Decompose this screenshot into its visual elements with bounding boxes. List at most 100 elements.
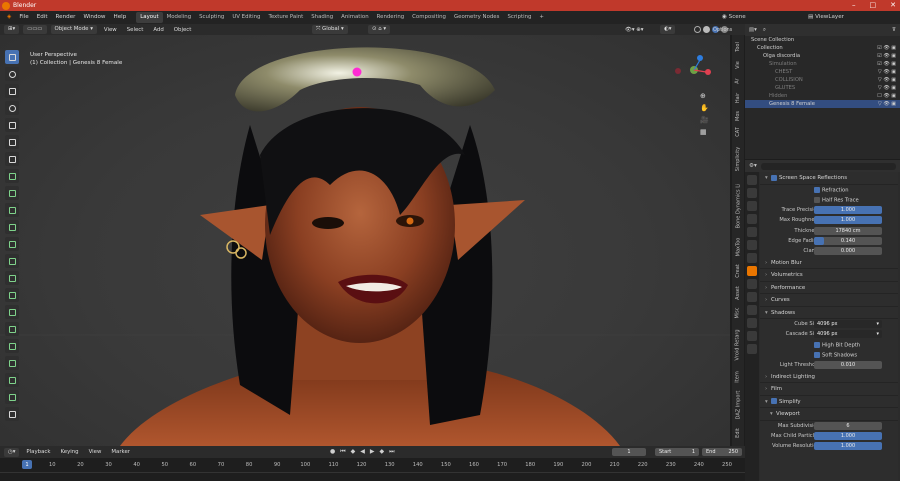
sidebar-tab-7[interactable]: Bone Dynamics Li bbox=[732, 179, 744, 234]
visibility-toggle-icons[interactable]: ▽ 👁 ▣ bbox=[878, 68, 896, 76]
simplify-panel-header[interactable]: ▾ Simplify bbox=[760, 396, 898, 409]
tab-shading[interactable]: Shading bbox=[307, 12, 337, 23]
add-workspace-button[interactable]: + bbox=[535, 12, 548, 23]
menu-add[interactable]: Add bbox=[150, 27, 166, 33]
maximize-icon[interactable]: □ bbox=[870, 0, 877, 11]
data-tab-icon[interactable] bbox=[747, 331, 757, 341]
brush-tool-2[interactable] bbox=[5, 220, 19, 234]
menu-keying[interactable]: Keying bbox=[57, 449, 81, 455]
cursor-tool[interactable] bbox=[5, 67, 19, 81]
light-threshold-field[interactable]: 0.010 bbox=[814, 361, 882, 370]
outliner-row[interactable]: GLUTES ▽ 👁 ▣ bbox=[745, 84, 900, 92]
constraints-tab-icon[interactable] bbox=[747, 318, 757, 328]
ssr-property-field[interactable]: 0.140 bbox=[814, 236, 882, 245]
visibility-toggle-icons[interactable]: ☑ 👁 ▣ bbox=[877, 52, 896, 60]
tool-tab-icon[interactable] bbox=[747, 175, 757, 185]
simplify-property-field[interactable]: 1.000 bbox=[814, 442, 882, 451]
prev-key-icon[interactable]: ◆ bbox=[351, 448, 356, 456]
outliner-row[interactable]: COLLISION ▽ 👁 ▣ bbox=[745, 76, 900, 84]
play-reverse-icon[interactable]: ◀ bbox=[360, 448, 365, 456]
material-tab-icon[interactable] bbox=[747, 344, 757, 354]
properties-search[interactable] bbox=[760, 162, 896, 170]
ssr-property-field[interactable]: 1.000 bbox=[814, 216, 882, 225]
sidebar-tab-0[interactable]: Tool bbox=[732, 39, 744, 56]
outliner-row[interactable]: Olga discordia ☑ 👁 ▣ bbox=[745, 52, 900, 60]
brush-tool-7[interactable] bbox=[5, 305, 19, 319]
z-axis-icon[interactable] bbox=[697, 55, 703, 61]
object-origin[interactable] bbox=[352, 67, 362, 77]
simplify-checkbox[interactable] bbox=[771, 398, 777, 405]
rotate-tool[interactable] bbox=[5, 101, 19, 115]
collection-tab-icon[interactable] bbox=[747, 253, 757, 263]
wireframe-shading-icon[interactable] bbox=[694, 26, 701, 33]
add-cube-tool[interactable] bbox=[5, 186, 19, 200]
sidebar-tab-2[interactable]: Ar bbox=[732, 74, 744, 88]
menu-file[interactable]: File bbox=[15, 11, 32, 24]
brush-tool-8[interactable] bbox=[5, 322, 19, 336]
object-tab-icon[interactable] bbox=[747, 266, 757, 276]
tab-sculpting[interactable]: Sculpting bbox=[195, 12, 228, 23]
menu-object[interactable]: Object bbox=[171, 27, 195, 33]
overlay-icon[interactable]: ◐▾ bbox=[660, 25, 676, 34]
brush-tool-1[interactable] bbox=[5, 203, 19, 217]
scene-selector[interactable]: ◉ Scene bbox=[722, 11, 746, 24]
ssr-panel-header[interactable]: ▾ Screen Space Reflections bbox=[760, 172, 898, 185]
menu-playback[interactable]: Playback bbox=[23, 449, 53, 455]
scale-tool[interactable] bbox=[5, 118, 19, 132]
sidebar-tab-13[interactable]: Item bbox=[732, 368, 744, 385]
menu-timeline-view[interactable]: View bbox=[86, 449, 105, 455]
brush-tool-5[interactable] bbox=[5, 271, 19, 285]
cascade-size-dropdown[interactable]: 4096 px ▾ bbox=[814, 330, 882, 339]
output-tab-icon[interactable] bbox=[747, 201, 757, 211]
select-mode-icon[interactable]: ▭▭▭ bbox=[23, 25, 47, 34]
modifier-tab-icon[interactable] bbox=[747, 279, 757, 289]
refraction-checkbox[interactable]: Refraction bbox=[814, 186, 849, 193]
sidebar-tab-4[interactable]: Mos bbox=[732, 109, 744, 123]
shadows-panel-header[interactable]: ▾ Shadows bbox=[760, 307, 898, 320]
pan-hand-icon[interactable]: ✋ bbox=[700, 104, 709, 112]
sidebar-tab-3[interactable]: Hair bbox=[732, 90, 744, 107]
tab-rendering[interactable]: Rendering bbox=[373, 12, 409, 23]
play-icon[interactable]: ▶ bbox=[370, 448, 375, 456]
visibility-icons[interactable]: 👁▾ ⊕▾ bbox=[622, 27, 647, 33]
jump-start-icon[interactable]: ⏮ bbox=[340, 448, 345, 456]
tab-layout[interactable]: Layout bbox=[136, 12, 163, 23]
viewlayer-selector[interactable]: ▤ ViewLayer bbox=[808, 11, 844, 24]
brush-tool-9[interactable] bbox=[5, 339, 19, 353]
pivot-snap-icons[interactable]: ⊙ ⌂ ▾ bbox=[368, 25, 391, 34]
outliner-row[interactable]: Scene Collection bbox=[745, 36, 900, 44]
menu-view[interactable]: View bbox=[101, 27, 120, 33]
outliner-row[interactable]: Simulation ☑ 👁 ▣ bbox=[745, 60, 900, 68]
solid-shading-icon[interactable] bbox=[703, 26, 710, 33]
outliner-row[interactable]: Hidden ☐ 👁 ▣ bbox=[745, 92, 900, 100]
measure-tool[interactable] bbox=[5, 169, 19, 183]
collapsed-panel-header[interactable]: › Curves bbox=[760, 294, 898, 307]
record-icon[interactable]: ● bbox=[330, 448, 335, 456]
render-tab-icon[interactable] bbox=[747, 188, 757, 198]
minimize-icon[interactable]: – bbox=[852, 0, 856, 11]
move-tool[interactable] bbox=[5, 84, 19, 98]
visibility-toggle-icons[interactable]: ☑ 👁 ▣ bbox=[877, 60, 896, 68]
tab-scripting[interactable]: Scripting bbox=[503, 12, 535, 23]
tab-compositing[interactable]: Compositing bbox=[408, 12, 450, 23]
neg-x-axis-icon[interactable] bbox=[675, 68, 681, 74]
menu-help[interactable]: Help bbox=[110, 11, 131, 24]
outliner-row[interactable]: CHEST ▽ 👁 ▣ bbox=[745, 68, 900, 76]
visibility-toggle-icons[interactable]: ▽ 👁 ▣ bbox=[878, 100, 896, 108]
ssr-checkbox[interactable] bbox=[771, 174, 777, 181]
brush-tool-12[interactable] bbox=[5, 390, 19, 404]
editor-type-3d-button[interactable]: ⊞▾ bbox=[4, 25, 20, 34]
sidebar-tab-11[interactable]: Misc bbox=[732, 305, 744, 322]
menu-window[interactable]: Window bbox=[79, 11, 109, 24]
jump-end-icon[interactable]: ⏭ bbox=[389, 448, 394, 456]
timeline-type-icon[interactable]: ◷▾ bbox=[4, 447, 20, 457]
3d-viewport[interactable] bbox=[0, 35, 730, 446]
menu-select[interactable]: Select bbox=[124, 27, 147, 33]
transform-tool[interactable] bbox=[5, 135, 19, 149]
brush-tool-10[interactable] bbox=[5, 356, 19, 370]
camera-icon[interactable]: 🎥 bbox=[700, 116, 709, 124]
sidebar-tab-6[interactable]: Simplicity bbox=[732, 141, 744, 177]
sidebar-tab-12[interactable]: Vroid Retarg bbox=[732, 324, 744, 366]
physics-tab-icon[interactable] bbox=[747, 305, 757, 315]
menu-render[interactable]: Render bbox=[52, 11, 80, 24]
